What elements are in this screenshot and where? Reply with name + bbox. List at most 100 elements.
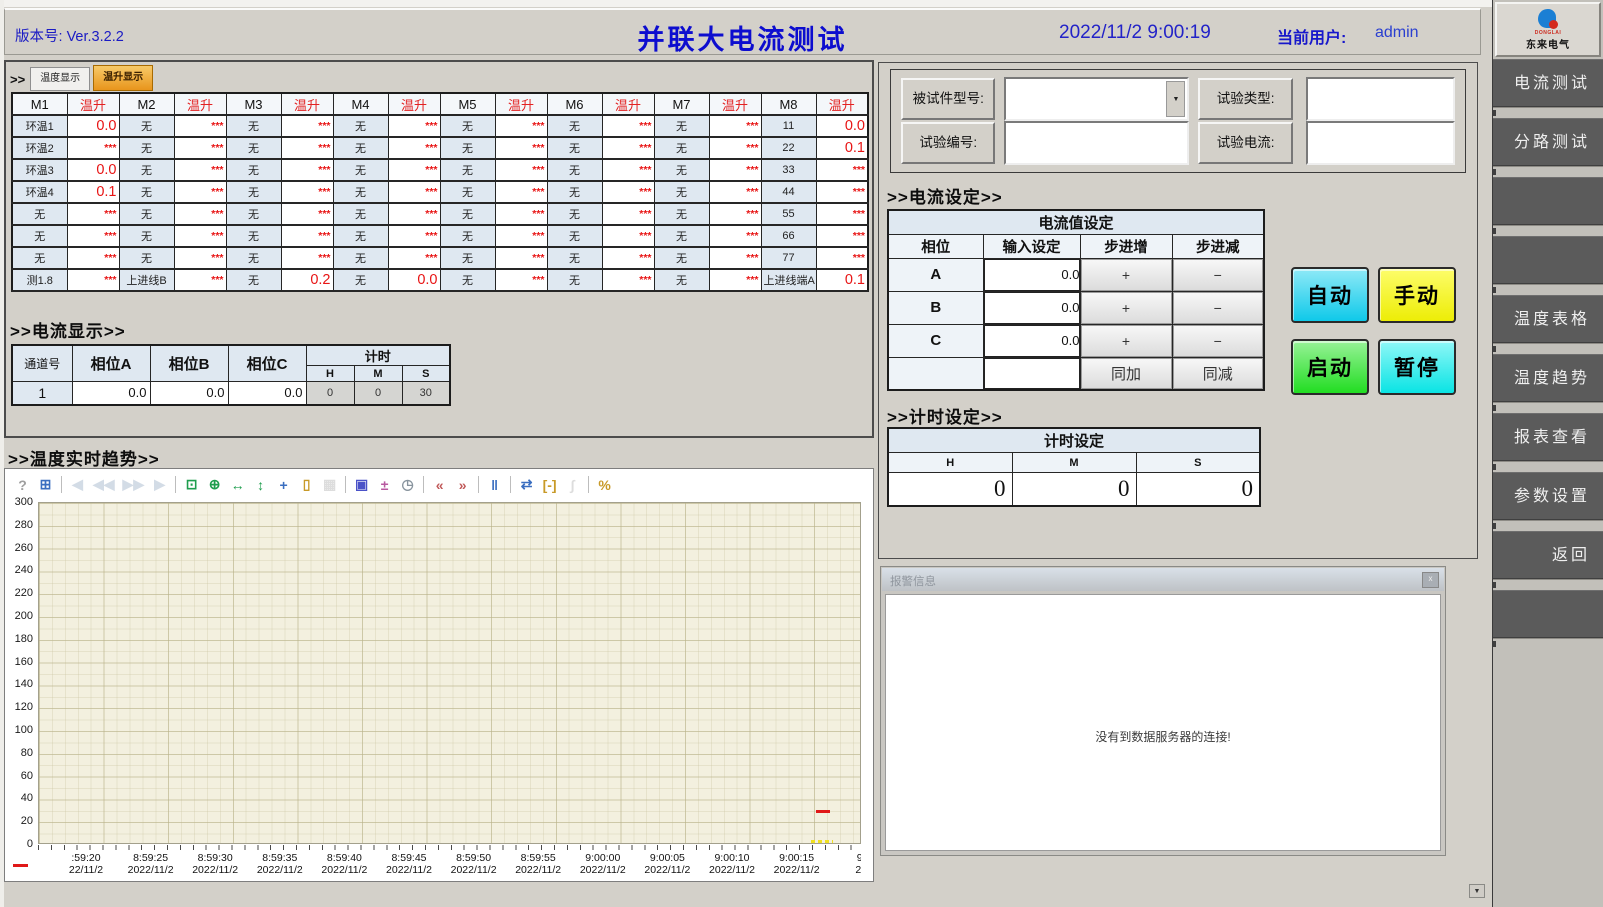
display-tabs: >> 温度显示温升显示	[10, 65, 156, 91]
zoom-in-icon[interactable]: ⊕	[207, 476, 222, 493]
current-user-value: admin	[1375, 24, 1419, 42]
x-tick-time: :59:20	[49, 852, 123, 864]
test-type-input[interactable]	[1306, 77, 1455, 121]
rise-col-header: 温升	[602, 93, 654, 115]
pause-refresh-icon[interactable]: ‖	[487, 477, 502, 493]
manual-button[interactable]: 手动	[1378, 267, 1456, 323]
timer-set-title-row: 计时设定	[888, 428, 1260, 453]
phase-input-cell[interactable]: 0.0	[983, 258, 1080, 291]
specimen-model-combo[interactable]: ▼	[1004, 77, 1189, 121]
x-tick-date: 2022/11/2	[760, 864, 834, 876]
page-forward-icon[interactable]: »	[455, 477, 470, 493]
sidebar-item-5[interactable]: 温度趋势	[1493, 354, 1603, 402]
channel-list-icon[interactable]: ▣	[354, 476, 369, 493]
sidebar-item-6[interactable]: 报表查看	[1493, 413, 1603, 461]
timer-h-input[interactable]: 0	[888, 473, 1012, 506]
test-number-input[interactable]	[1004, 121, 1189, 165]
decrease-all-button[interactable]: 同减	[1173, 358, 1264, 390]
temp-value-cell: ***	[709, 137, 761, 159]
start-button[interactable]: 启动	[1291, 339, 1369, 395]
sidebar-item-4[interactable]: 温度表格	[1493, 295, 1603, 343]
step-decrease-button[interactable]: −	[1173, 259, 1264, 291]
x-tick-date: 2022/11/2	[372, 864, 446, 876]
combo-dropdown-icon[interactable]: ▼	[1166, 81, 1185, 117]
help-icon[interactable]: ?	[15, 477, 30, 493]
sidebar-item-7[interactable]: 参数设置	[1493, 472, 1603, 520]
auto-button[interactable]: 自动	[1291, 267, 1369, 323]
temp-label-cell: 无	[333, 247, 388, 269]
phase-input-cell[interactable]: 0.0	[983, 291, 1080, 324]
pause-button[interactable]: 暂停	[1378, 339, 1456, 395]
temp-label-cell: 无	[440, 181, 495, 203]
current-set-title-row: 电流值设定	[888, 210, 1264, 234]
sidebar-separator	[1493, 107, 1603, 118]
zoom-box-icon[interactable]: ⊡	[184, 476, 199, 493]
temp-value-cell: 0.1	[67, 181, 119, 203]
x-tick-time: 8:59:55	[501, 852, 575, 864]
step-increase-button[interactable]: +	[1081, 259, 1172, 291]
temp-data-row: 无***无***无***无***无***无***无***66***	[12, 225, 868, 247]
temp-label-cell: 无	[440, 225, 495, 247]
temperature-rise-table: M1温升M2温升M3温升M4温升M5温升M6温升M7温升M8温升 环温10.0无…	[11, 92, 869, 292]
increase-all-button[interactable]: 同加	[1081, 358, 1172, 390]
page-back-icon[interactable]: «	[432, 477, 447, 493]
temp-value-cell: ***	[67, 203, 119, 225]
temp-value-cell: ***	[281, 137, 333, 159]
y-axis-tick-label: 220	[15, 587, 33, 599]
alarm-window: 报警信息 x 没有到数据服务器的连接!	[880, 566, 1446, 856]
temp-value-cell: ***	[709, 247, 761, 269]
step-inc-col-header: 步进增	[1080, 234, 1172, 258]
percent-scale-icon[interactable]: %	[597, 477, 612, 493]
y-axis-tick-label: 20	[21, 815, 33, 827]
x-tick-date: 2022/11/2	[695, 864, 769, 876]
timer-minute-value: 0	[354, 382, 402, 405]
scale-adjust-icon[interactable]: ±	[377, 477, 392, 493]
time-range-icon[interactable]: ◷	[400, 476, 415, 493]
sidebar-item-1[interactable]: 分路测试	[1493, 118, 1603, 166]
sidebar-item-blank-2[interactable]	[1493, 177, 1603, 225]
sidebar-item-8[interactable]: 返回	[1493, 531, 1603, 579]
sidebar-item-blank-9[interactable]	[1493, 590, 1603, 638]
tab-temperature-display[interactable]: 温度显示	[30, 67, 90, 91]
temp-label-cell: 无	[119, 137, 174, 159]
chart-plot-area[interactable]	[38, 502, 861, 844]
chart-toolbar: ?⊞◀◀◀▶▶▶⊡⊕↔↕+▯▦▣±◷«»‖⇄[-]∫%	[7, 471, 871, 498]
zoom-vertical-icon[interactable]: ↕	[253, 477, 268, 493]
step-decrease-button[interactable]: −	[1173, 325, 1264, 357]
module-col-header: M3	[226, 93, 281, 115]
phase-col-header: 相位	[888, 234, 983, 258]
temp-value-cell: ***	[495, 247, 547, 269]
temp-label-cell: 无	[547, 181, 602, 203]
phase-input-cell-empty[interactable]	[983, 357, 1080, 390]
module-col-header: M5	[440, 93, 495, 115]
temp-label-cell: 环温1	[12, 115, 67, 137]
export-page-icon[interactable]: ⊞	[38, 476, 53, 493]
x-tick-time: 9:00:05	[630, 852, 704, 864]
sidebar-item-0[interactable]: 电流测试	[1493, 59, 1603, 107]
step-increase-button[interactable]: +	[1081, 325, 1172, 357]
temp-value-cell: 0.1	[816, 269, 868, 291]
swap-axes-icon[interactable]: ⇄	[519, 476, 534, 493]
phase-set-row: A0.0+−	[888, 258, 1264, 291]
phase-a-col-header: 相位A	[72, 345, 150, 382]
timer-s-input[interactable]: 0	[1136, 473, 1260, 506]
step-decrease-button[interactable]: −	[1173, 292, 1264, 324]
specimen-model-label: 被试件型号:	[901, 78, 995, 120]
temp-value-cell: ***	[495, 269, 547, 291]
timer-m-input[interactable]: 0	[1012, 473, 1136, 506]
ruler-vertical-icon[interactable]: ▯	[299, 476, 314, 493]
step-increase-button[interactable]: +	[1081, 292, 1172, 324]
test-current-input[interactable]	[1306, 121, 1455, 165]
temp-value-cell: ***	[281, 159, 333, 181]
sidebar-item-blank-3[interactable]	[1493, 236, 1603, 284]
phase-input-cell[interactable]: 0.0	[983, 324, 1080, 357]
alarm-title-bar[interactable]: 报警信息 x	[882, 568, 1444, 591]
tab-temperature-rise-display[interactable]: 温升显示	[93, 65, 153, 91]
scroll-down-icon[interactable]: ▼	[1469, 884, 1485, 898]
close-icon[interactable]: x	[1422, 572, 1439, 588]
cursor-range-icon[interactable]: [-]	[542, 477, 557, 493]
current-display-section-label: >>电流显示>>	[10, 317, 126, 342]
pan-icon[interactable]: +	[276, 477, 291, 493]
zoom-horizontal-icon[interactable]: ↔	[230, 477, 245, 493]
y-axis-tick-label: 300	[15, 496, 33, 508]
